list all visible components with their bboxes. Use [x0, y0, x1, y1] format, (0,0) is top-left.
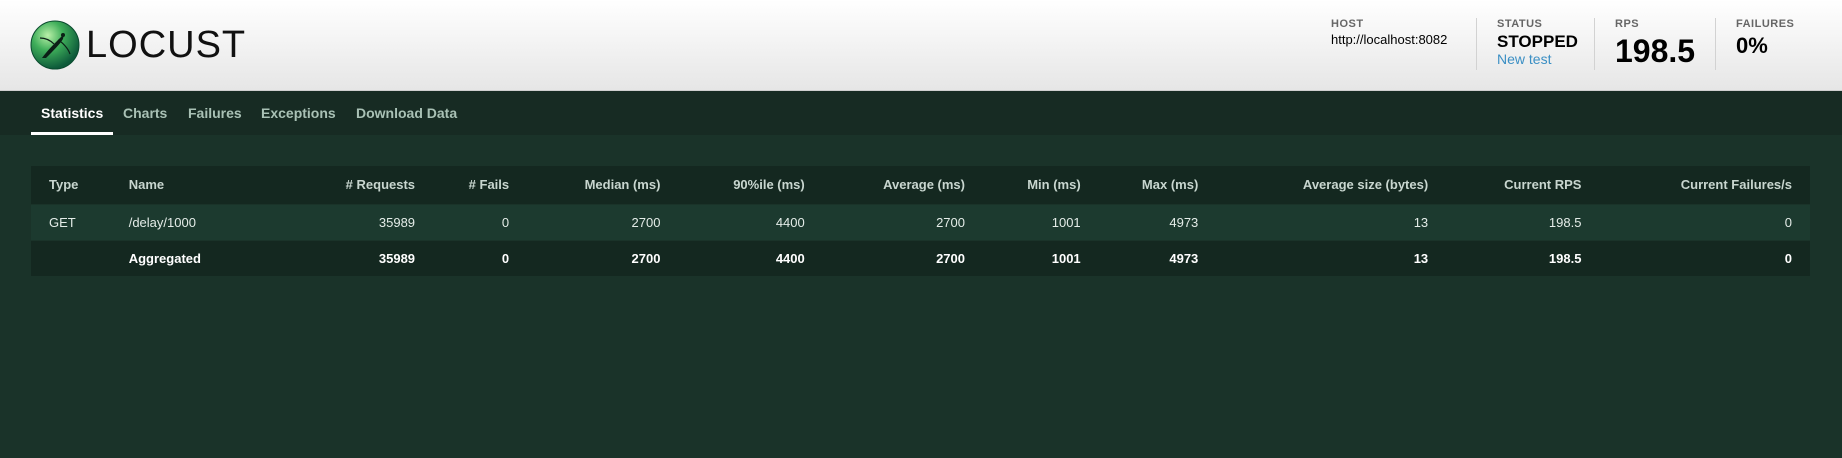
cell-fails: 0	[433, 239, 528, 276]
header-divider	[1594, 18, 1595, 70]
cell-fails: 0	[433, 203, 528, 240]
cell-name: /delay/1000	[110, 203, 270, 240]
column-header-max[interactable]: Max (ms)	[1099, 166, 1217, 204]
cell-current-failures: 0	[1599, 203, 1810, 240]
host-stat: HOST http://localhost:8082	[1331, 18, 1447, 48]
failures-stat: FAILURES 0%	[1736, 18, 1794, 59]
failures-label: FAILURES	[1736, 18, 1795, 30]
column-header-name[interactable]: Name	[111, 166, 270, 204]
column-header-current-rps[interactable]: Current RPS	[1446, 166, 1599, 204]
tab-charts[interactable]: Charts	[113, 91, 177, 135]
status-stat: STATUS STOPPED New test	[1497, 18, 1578, 68]
tab-download-data[interactable]: Download Data	[346, 91, 467, 135]
cell-requests: 35989	[269, 203, 434, 240]
rps-stat: RPS 198.5	[1615, 18, 1695, 68]
cell-median: 2700	[527, 239, 679, 276]
column-header-90ile[interactable]: 90%ile (ms)	[678, 166, 822, 204]
column-header-median[interactable]: Median (ms)	[527, 166, 678, 204]
cell-average: 2700	[822, 203, 983, 240]
cell-requests: 35989	[269, 239, 434, 276]
new-test-link[interactable]: New test	[1497, 51, 1578, 68]
tab-exceptions[interactable]: Exceptions	[251, 91, 346, 135]
cell-min: 1001	[982, 203, 1099, 240]
rps-value: 198.5	[1615, 33, 1696, 69]
column-header-requests[interactable]: # Requests	[270, 166, 433, 204]
statistics-table-wrapper: Type Name # Requests # Fails Median (ms)…	[31, 166, 1810, 276]
cell-max: 4973	[1098, 239, 1217, 276]
header-divider	[1476, 18, 1477, 70]
cell-90ile: 4400	[678, 203, 823, 240]
tab-failures[interactable]: Failures	[178, 91, 252, 135]
cell-name: Aggregated	[110, 239, 270, 276]
locust-logo-icon	[30, 20, 80, 70]
status-value: STOPPED	[1497, 32, 1578, 51]
host-value: http://localhost:8082	[1331, 32, 1448, 47]
tab-statistics[interactable]: Statistics	[31, 91, 114, 135]
cell-current-rps: 198.5	[1446, 239, 1600, 276]
cell-average: 2700	[822, 239, 983, 276]
column-header-type[interactable]: Type	[31, 166, 111, 204]
host-label: HOST	[1331, 18, 1364, 30]
column-header-min[interactable]: Min (ms)	[983, 166, 1099, 204]
column-header-avg-size[interactable]: Average size (bytes)	[1216, 166, 1446, 204]
column-header-current-failures[interactable]: Current Failures/s	[1599, 166, 1810, 204]
aggregated-row: Aggregated 35989 0 2700 4400 2700 1001 4…	[31, 239, 1810, 276]
column-header-average[interactable]: Average (ms)	[823, 166, 983, 204]
cell-avg-size: 13	[1216, 203, 1447, 240]
status-label: STATUS	[1497, 18, 1543, 30]
top-header: LOCUST HOST http://localhost:8082 STATUS…	[0, 0, 1842, 91]
tab-bar: Statistics Charts Failures Exceptions Do…	[0, 91, 1842, 135]
column-header-fails[interactable]: # Fails	[433, 166, 527, 204]
cell-type	[31, 239, 111, 276]
failures-value: 0%	[1736, 33, 1768, 58]
cell-current-rps: 198.5	[1446, 203, 1600, 240]
app-logo-text: LOCUST	[86, 24, 247, 66]
cell-avg-size: 13	[1216, 239, 1447, 276]
statistics-table: Type Name # Requests # Fails Median (ms)…	[31, 166, 1810, 276]
cell-current-failures: 0	[1599, 239, 1810, 276]
rps-label: RPS	[1615, 18, 1640, 30]
cell-median: 2700	[527, 203, 679, 240]
header-divider	[1715, 18, 1716, 70]
cell-max: 4973	[1098, 203, 1217, 240]
table-row: GET /delay/1000 35989 0 2700 4400 2700 1…	[31, 203, 1810, 240]
cell-type: GET	[31, 203, 111, 240]
cell-90ile: 4400	[678, 239, 823, 276]
cell-min: 1001	[982, 239, 1099, 276]
table-header-row: Type Name # Requests # Fails Median (ms)…	[31, 166, 1810, 204]
